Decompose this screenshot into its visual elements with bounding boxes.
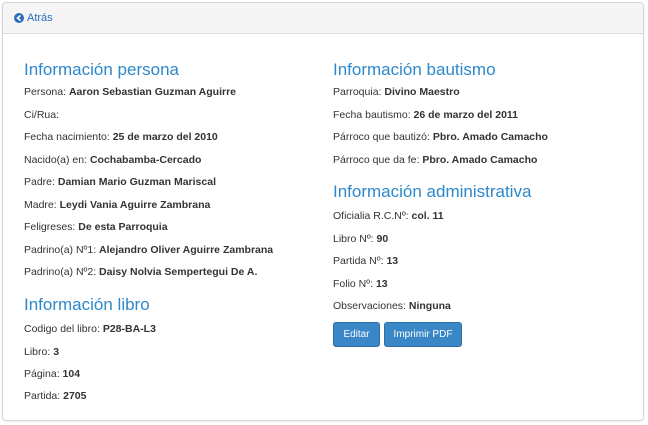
parroco-bautizo-row: Párroco que bautizó: Pbro. Amado Camacho <box>333 131 548 143</box>
row-label: Padre: <box>24 176 55 188</box>
row-value: 104 <box>62 368 81 380</box>
print-pdf-button[interactable]: Imprimir PDF <box>384 322 462 347</box>
row-label: Página: <box>24 368 60 380</box>
row-value: Damian Mario Guzman Mariscal <box>57 176 216 188</box>
persona-section-title: Información persona <box>24 60 179 79</box>
padrino2-row: Padrino(a) Nº2: Daisy Nolvia Sempertegui… <box>24 266 257 278</box>
row-value: Aaron Sebastian Guzman Aguirre <box>68 86 237 98</box>
row-label: Nacido(a) en: <box>24 154 88 166</box>
partida-row: Partida: 2705 <box>24 390 86 402</box>
nacido-en-row: Nacido(a) en: Cochabamba-Cercado <box>24 154 201 166</box>
libro-nro-row: Libro Nº: 90 <box>333 233 388 245</box>
row-label: Madre: <box>24 199 57 211</box>
row-value: Pbro. Amado Camacho <box>432 131 548 143</box>
row-label: Oficialia R.C.Nº: <box>333 210 409 222</box>
row-label: Párroco que bautizó: <box>333 131 430 143</box>
row-value: 3 <box>53 346 60 358</box>
arrow-left-circle-icon <box>14 13 24 23</box>
row-label: Observaciones: <box>333 300 406 312</box>
madre-row: Madre: Leydi Vania Aguirre Zambrana <box>24 199 210 211</box>
oficialia-row: Oficialia R.C.Nº: col. 11 <box>333 210 444 222</box>
row-label: Párroco que da fe: <box>333 154 420 166</box>
libro-row: Libro: 3 <box>24 346 59 358</box>
row-value: 2705 <box>63 390 87 402</box>
feligreses-row: Feligreses: De esta Parroquia <box>24 221 168 233</box>
row-label: Parroquia: <box>333 86 382 98</box>
pagina-row: Página: 104 <box>24 368 80 380</box>
parroco-fe-row: Párroco que da fe: Pbro. Amado Camacho <box>333 154 537 166</box>
row-value: Alejandro Oliver Aguirre Zambrana <box>99 244 274 256</box>
persona-row: Persona: Aaron Sebastian Guzman Aguirre <box>24 86 236 98</box>
padre-row: Padre: Damian Mario Guzman Mariscal <box>24 176 216 188</box>
row-value: 26 de marzo del 2011 <box>413 109 519 121</box>
row-label: Ci/Rua: <box>24 109 60 121</box>
row-label: Feligreses: <box>24 221 76 233</box>
fecha-bautismo-row: Fecha bautismo: 26 de marzo del 2011 <box>333 109 518 121</box>
back-link[interactable]: Atrás <box>14 12 53 24</box>
row-value: Daisy Nolvia Sempertegui De A. <box>99 266 258 278</box>
administrativa-section-title: Información administrativa <box>333 182 532 201</box>
row-label: Padrino(a) Nº2: <box>24 266 97 278</box>
row-value: Cochabamba-Cercado <box>89 154 202 166</box>
row-value: 25 de marzo del 2010 <box>112 131 218 143</box>
row-label: Partida: <box>24 390 61 402</box>
back-label: Atrás <box>27 12 53 24</box>
partida-nro-row: Partida Nº: 13 <box>333 255 398 267</box>
padrino1-row: Padrino(a) Nº1: Alejandro Oliver Aguirre… <box>24 244 273 256</box>
edit-button[interactable]: Editar <box>333 322 380 347</box>
row-value: P28-BA-L3 <box>102 323 156 335</box>
row-label: Padrino(a) Nº1: <box>24 244 97 256</box>
row-label: Persona: <box>24 86 67 98</box>
observaciones-row: Observaciones: Ninguna <box>333 300 451 312</box>
row-value: Leydi Vania Aguirre Zambrana <box>59 199 211 211</box>
row-value: 13 <box>375 278 388 290</box>
row-value: 90 <box>376 233 389 245</box>
row-label: Libro: <box>24 346 51 358</box>
bautismo-section-title: Información bautismo <box>333 60 496 79</box>
row-value: Divino Maestro <box>384 86 460 98</box>
row-label: Partida Nº: <box>333 255 384 267</box>
codigo-libro-row: Codigo del libro: P28-BA-L3 <box>24 323 156 335</box>
row-value: Pbro. Amado Camacho <box>422 154 538 166</box>
row-label: Libro Nº: <box>333 233 374 245</box>
row-value: De esta Parroquia <box>78 221 168 233</box>
folio-nro-row: Folio Nº: 13 <box>333 278 388 290</box>
libro-section-title: Información libro <box>24 295 150 314</box>
row-value: Ninguna <box>408 300 451 312</box>
row-value: col. 11 <box>411 210 444 222</box>
fecha-nacimiento-row: Fecha nacimiento: 25 de marzo del 2010 <box>24 131 218 143</box>
row-label: Fecha nacimiento: <box>24 131 110 143</box>
parroquia-row: Parroquia: Divino Maestro <box>333 86 460 98</box>
row-label: Folio Nº: <box>333 278 374 290</box>
row-label: Codigo del libro: <box>24 323 100 335</box>
panel-header: Atrás <box>3 3 643 34</box>
ci-rua-row: Ci/Rua: <box>24 109 59 121</box>
row-value: 13 <box>386 255 399 267</box>
row-label: Fecha bautismo: <box>333 109 411 121</box>
